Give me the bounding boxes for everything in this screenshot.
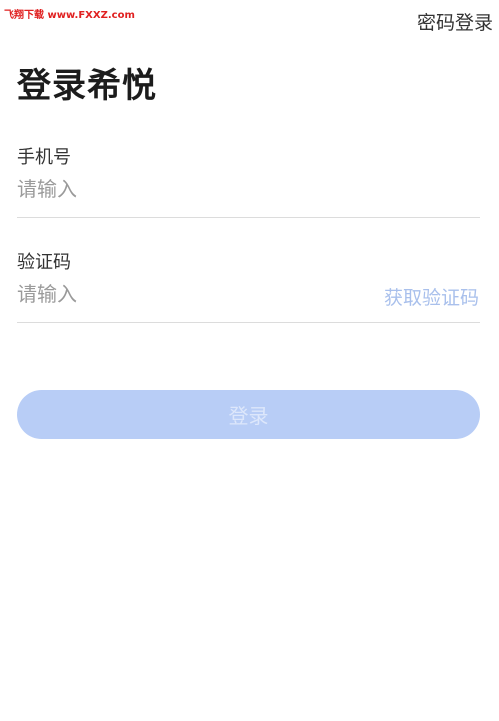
page-title: 登录希悦 xyxy=(17,66,157,106)
phone-label: 手机号 xyxy=(17,147,71,168)
code-label: 验证码 xyxy=(17,252,71,273)
login-button[interactable]: 登录 xyxy=(17,390,480,439)
phone-divider xyxy=(17,217,480,218)
code-divider xyxy=(17,322,480,323)
get-code-button[interactable]: 获取验证码 xyxy=(384,283,479,310)
watermark-text: 飞翔下载 www.FXXZ.com xyxy=(4,10,135,21)
password-login-link[interactable]: 密码登录 xyxy=(417,8,493,35)
phone-input[interactable] xyxy=(17,173,357,205)
verification-code-input[interactable] xyxy=(17,278,317,310)
